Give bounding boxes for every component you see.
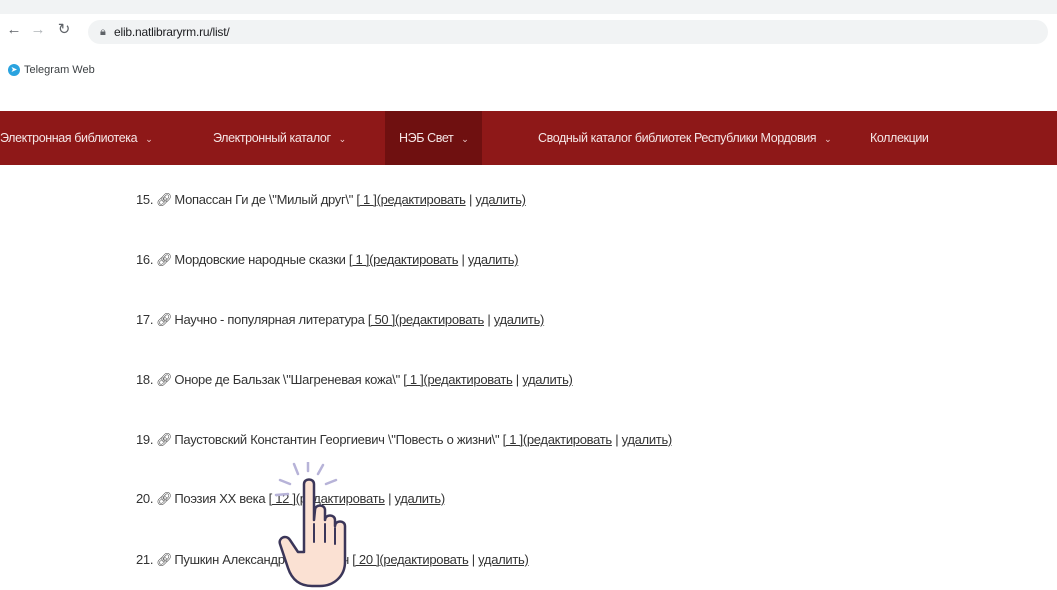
- nav-item-label: Электронный каталог: [213, 131, 331, 145]
- list-item: 19. 🔗︎ Паустовский Константин Георгиевич \…: [136, 429, 672, 451]
- separator: |: [615, 432, 619, 447]
- browser-chrome: [0, 0, 1057, 94]
- item-title: Поэзия XX века: [174, 491, 266, 506]
- chevron-down-icon: ⌄: [824, 134, 832, 144]
- delete-link[interactable]: удалить): [475, 192, 526, 207]
- link-icon[interactable]: 🔗︎: [156, 491, 173, 506]
- nav-item-neb-svet[interactable]: НЭБ Свет ⌄: [385, 111, 483, 165]
- chevron-down-icon: ⌄: [145, 134, 153, 144]
- link-icon[interactable]: 🔗︎: [156, 312, 173, 327]
- list-item: 21. 🔗︎ Пушкин Александр Сергеевич [ 20 ](р…: [136, 549, 529, 571]
- item-title: Мопассан Ги де \"Милый друг\": [174, 192, 354, 207]
- link-icon[interactable]: 🔗︎: [156, 252, 173, 267]
- separator: |: [461, 252, 465, 267]
- link-icon[interactable]: 🔗︎: [156, 192, 173, 207]
- item-number: 20.: [136, 491, 154, 506]
- item-count-link[interactable]: [ 20 ]: [352, 552, 379, 567]
- nav-item-label: Электронная библиотека: [0, 131, 138, 145]
- separator: |: [515, 372, 519, 387]
- edit-link[interactable]: (редактировать: [377, 192, 466, 207]
- url-text[interactable]: elib.natlibraryrm.ru/list/: [114, 24, 230, 40]
- list-item: 17. 🔗︎ Научно - популярная литература [ 50…: [136, 309, 544, 331]
- bookmark-label: Telegram Web: [24, 64, 95, 76]
- edit-link[interactable]: (редактировать: [523, 432, 612, 447]
- edit-link[interactable]: (редактировать: [395, 312, 484, 327]
- delete-link[interactable]: удалить): [622, 432, 673, 447]
- link-icon[interactable]: 🔗︎: [156, 432, 173, 447]
- item-number: 16.: [136, 252, 154, 267]
- item-number: 18.: [136, 372, 154, 387]
- delete-link[interactable]: удалить): [478, 552, 529, 567]
- nav-item-label: НЭБ Свет: [399, 131, 454, 145]
- item-title: Оноре де Бальзак \"Шагреневая кожа\": [174, 372, 400, 387]
- back-arrow-icon[interactable]: ←: [6, 22, 22, 38]
- link-icon[interactable]: 🔗︎: [156, 372, 173, 387]
- forward-arrow-icon[interactable]: →: [30, 22, 46, 38]
- delete-link[interactable]: удалить): [522, 372, 573, 387]
- item-count-link[interactable]: [ 1 ]: [349, 252, 369, 267]
- bookmark-telegram[interactable]: ➤ Telegram Web: [8, 62, 95, 78]
- nav-item-electronic-library[interactable]: Электронная библиотека ⌄: [0, 111, 153, 165]
- item-number: 21.: [136, 552, 154, 567]
- item-count-link[interactable]: [ 12 ]: [269, 491, 296, 506]
- link-icon[interactable]: 🔗︎: [156, 552, 173, 567]
- list-item: 20. 🔗︎ Поэзия XX века [ 12 ](редактировать…: [136, 488, 445, 510]
- edit-link[interactable]: (редактировать: [369, 252, 458, 267]
- nav-item-label: Коллекции: [870, 131, 929, 145]
- reload-icon[interactable]: ↻: [56, 22, 72, 38]
- separator: |: [388, 491, 392, 506]
- item-count-link[interactable]: [ 1 ]: [503, 432, 523, 447]
- nav-item-collections[interactable]: Коллекции: [870, 111, 929, 165]
- separator: |: [468, 192, 473, 207]
- edit-link[interactable]: (редактировать: [423, 372, 512, 387]
- chevron-down-icon: ⌄: [461, 134, 469, 144]
- edit-link[interactable]: (редактировать: [296, 491, 385, 506]
- delete-link[interactable]: удалить): [468, 252, 519, 267]
- nav-item-union-catalog[interactable]: Сводный каталог библиотек Республики Мор…: [538, 111, 832, 165]
- delete-link[interactable]: удалить): [494, 312, 545, 327]
- nav-item-electronic-catalog[interactable]: Электронный каталог ⌄: [213, 111, 346, 165]
- address-bar[interactable]: [88, 20, 1048, 44]
- chevron-down-icon: ⌄: [338, 134, 347, 144]
- item-count-link[interactable]: [ 50 ]: [368, 312, 395, 327]
- telegram-icon: ➤: [8, 64, 20, 76]
- nav-item-label: Сводный каталог библиотек Республики Мор…: [538, 131, 817, 145]
- item-count-link[interactable]: [ 1 ]: [356, 192, 376, 207]
- item-title: Паустовский Константин Георгиевич \"Пове…: [174, 432, 500, 447]
- item-number: 17.: [136, 312, 154, 327]
- item-number: 19.: [136, 432, 154, 447]
- separator: |: [487, 312, 491, 327]
- edit-link[interactable]: (редактировать: [379, 552, 468, 567]
- item-title: Мордовские народные сказки: [174, 252, 346, 267]
- list-item: 18. 🔗︎ Оноре де Бальзак \"Шагреневая кожа\…: [136, 369, 573, 391]
- tab-strip: [0, 0, 1057, 14]
- list-item: 16. 🔗︎ Мордовские народные сказки [ 1 ](ре…: [136, 249, 519, 271]
- item-number: 15.: [136, 192, 154, 207]
- separator: |: [471, 552, 475, 567]
- delete-link[interactable]: удалить): [394, 491, 445, 506]
- item-title: Пушкин Александр Сергеевич: [174, 552, 349, 567]
- list-item: 15. 🔗︎ Мопассан Ги де \"Милый друг\" [ 1 ]…: [136, 189, 526, 211]
- item-title: Научно - популярная литература: [174, 312, 365, 327]
- item-count-link[interactable]: [ 1 ]: [403, 372, 423, 387]
- lock-icon[interactable]: 🔒︎: [100, 25, 112, 39]
